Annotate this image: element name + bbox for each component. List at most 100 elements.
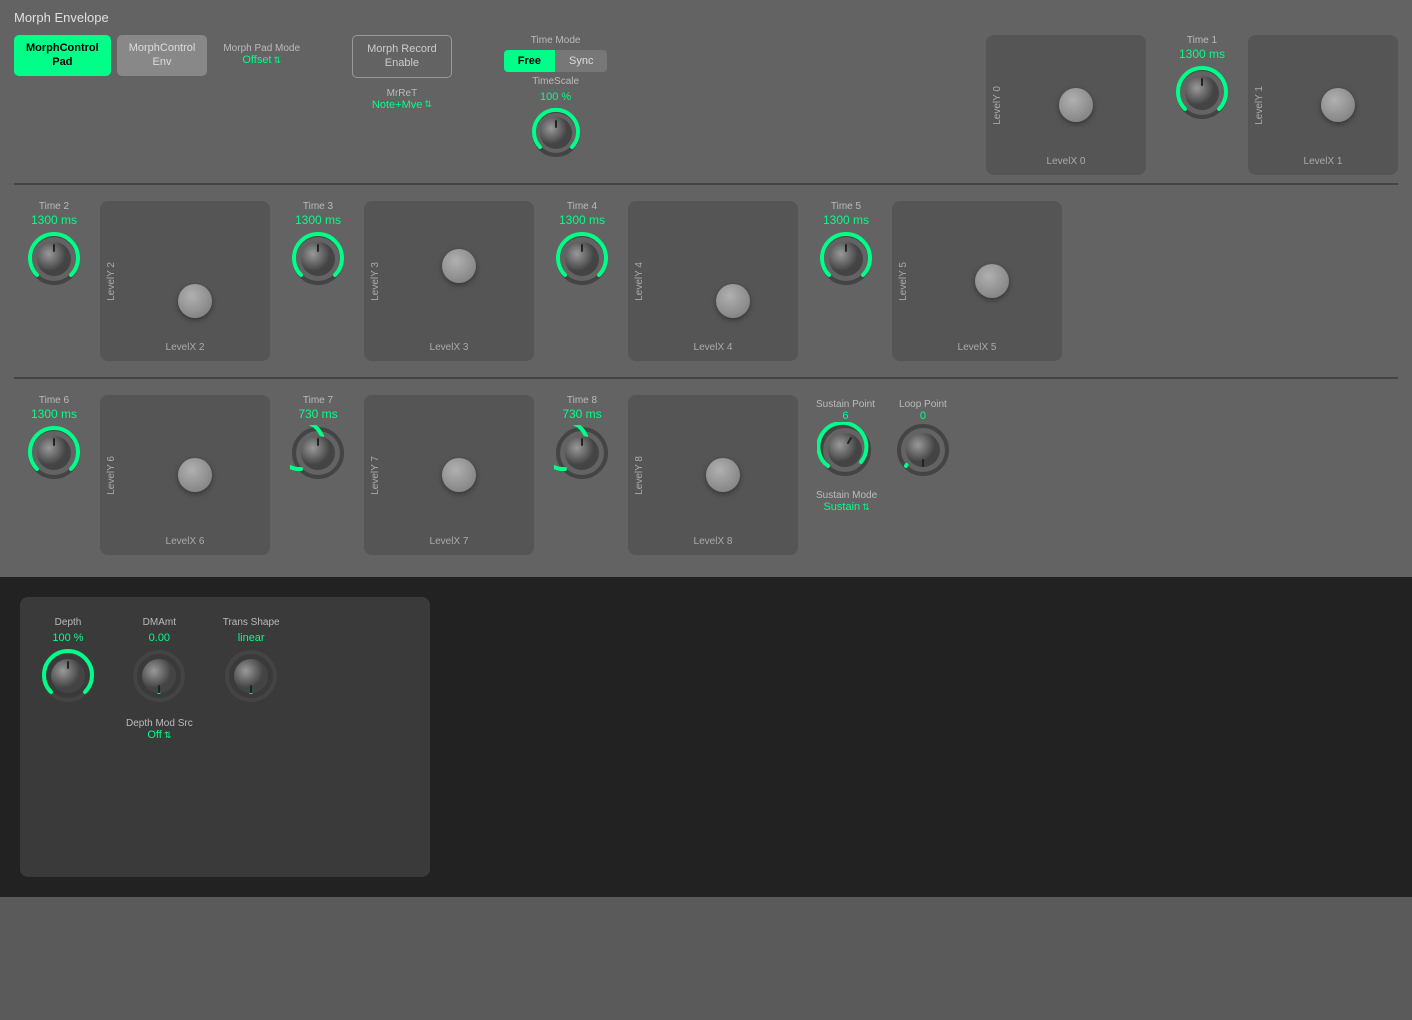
- time7-label: Time 7: [303, 395, 333, 406]
- trans-shape-label: Trans Shape: [223, 617, 280, 628]
- time7-knob[interactable]: [290, 425, 346, 481]
- level7-panel: LevelY 7 LevelX 7: [364, 395, 534, 555]
- levelX0-label: LevelX 0: [986, 156, 1146, 167]
- levelX3-label: LevelX 3: [364, 342, 534, 353]
- seg1-group: Time 1 1300 ms LevelY 1: [1162, 35, 1398, 175]
- levelX8-label: LevelX 8: [628, 536, 798, 547]
- depth-value: 100 %: [52, 632, 83, 644]
- trans-shape-knob[interactable]: [223, 648, 279, 704]
- time3-label: Time 3: [303, 201, 333, 212]
- free-button[interactable]: Free: [504, 50, 555, 72]
- level6-panel: LevelY 6 LevelX 6: [100, 395, 270, 555]
- levelX6-label: LevelX 6: [100, 536, 270, 547]
- seg4-group: Time 4 1300 ms LevelY 4 Leve: [542, 201, 798, 361]
- level0-group: LevelY 0 LevelX 0: [986, 35, 1146, 175]
- morph-control-env-button[interactable]: MorphControl Env: [117, 35, 208, 76]
- level3-panel: LevelY 3 LevelX 3: [364, 201, 534, 361]
- time1-val: 1300 ms: [1179, 47, 1225, 61]
- level8-panel: LevelY 8 LevelX 8: [628, 395, 798, 555]
- time7-val: 730 ms: [298, 407, 337, 421]
- loop-point-value: 0: [920, 410, 926, 422]
- time3-knob[interactable]: [290, 231, 346, 287]
- sustain-mode-group: Sustain Mode Sustain ⇅: [816, 490, 877, 513]
- levelX2-label: LevelX 2: [100, 342, 270, 353]
- time6-group: Time 6 1300 ms: [14, 395, 94, 481]
- depth-knob[interactable]: [40, 648, 96, 704]
- sustain-point-label: Sustain Point: [816, 399, 875, 410]
- level4-ball[interactable]: [716, 284, 750, 318]
- mrret-value[interactable]: Note+Mve ⇅: [372, 99, 432, 111]
- time4-knob[interactable]: [554, 231, 610, 287]
- level5-ball[interactable]: [975, 264, 1009, 298]
- time-mode-buttons: Free Sync: [504, 50, 608, 72]
- levelY7-label: LevelY 7: [370, 456, 381, 495]
- mrret-label: MrReT: [387, 88, 418, 99]
- levelY3-label: LevelY 3: [370, 262, 381, 301]
- sustain-mode-label: Sustain Mode: [816, 490, 877, 501]
- time3-val: 1300 ms: [295, 213, 341, 227]
- bottom-inner: Depth 100 % DMAmt 0.00: [20, 597, 430, 877]
- levelX7-label: LevelX 7: [364, 536, 534, 547]
- level2-ball[interactable]: [178, 284, 212, 318]
- time6-label: Time 6: [39, 395, 69, 406]
- time8-group: Time 8 730 ms: [542, 395, 622, 481]
- levelY8-label: LevelY 8: [634, 456, 645, 495]
- time6-knob[interactable]: [26, 425, 82, 481]
- sustain-loop-group: Sustain Point 6 Loop Point 0: [816, 395, 951, 555]
- dmamt-knob[interactable]: [131, 648, 187, 704]
- main-panel: Morph Envelope MorphControl Pad MorphCon…: [0, 0, 1412, 577]
- level3-ball[interactable]: [442, 249, 476, 283]
- timescale-knob[interactable]: [530, 107, 582, 159]
- depth-label: Depth: [55, 617, 82, 628]
- morph-control-group: MorphControl Pad MorphControl Env: [14, 35, 207, 76]
- seg5-group: Time 5 1300 ms LevelY 5 Leve: [806, 201, 1062, 361]
- level0-ball[interactable]: [1059, 88, 1093, 122]
- level1-ball[interactable]: [1321, 88, 1355, 122]
- levelY4-label: LevelY 4: [634, 262, 645, 301]
- time5-knob[interactable]: [818, 231, 874, 287]
- level7-ball[interactable]: [442, 458, 476, 492]
- time3-group: Time 3 1300 ms: [278, 201, 358, 287]
- loop-point-group: Loop Point 0: [895, 399, 951, 478]
- timescale-value: 100 %: [540, 91, 571, 103]
- time2-label: Time 2: [39, 201, 69, 212]
- levelY6-label: LevelY 6: [106, 456, 117, 495]
- morph-pad-mode-value[interactable]: Offset ⇅: [242, 54, 281, 66]
- trans-shape-value: linear: [238, 632, 265, 644]
- time8-val: 730 ms: [562, 407, 601, 421]
- level6-ball[interactable]: [178, 458, 212, 492]
- time2-knob[interactable]: [26, 231, 82, 287]
- mrret-group: MrReT Note+Mve ⇅: [372, 88, 432, 111]
- time-mode-section: Time Mode Free Sync TimeScale 100 %: [504, 35, 608, 159]
- sustain-point-knob[interactable]: [817, 422, 873, 478]
- time4-label: Time 4: [567, 201, 597, 212]
- seg8-group: Time 8 730 ms LevelY 8 Level: [542, 395, 798, 555]
- morph-record-enable-button[interactable]: Morph Record Enable: [352, 35, 452, 78]
- sync-button[interactable]: Sync: [555, 50, 607, 72]
- loop-point-knob[interactable]: [895, 422, 951, 478]
- morph-pad-mode-group: Morph Pad Mode Offset ⇅: [223, 43, 300, 66]
- seg6-group: Time 6 1300 ms LevelY 6 Leve: [14, 395, 270, 555]
- morph-record-group: Morph Record Enable MrReT Note+Mve ⇅: [352, 35, 452, 111]
- levelX4-label: LevelX 4: [628, 342, 798, 353]
- levelY1-label: LevelY 1: [1254, 86, 1265, 125]
- level8-ball[interactable]: [706, 458, 740, 492]
- trans-shape-group: Trans Shape linear: [223, 617, 280, 704]
- morph-control-pad-button[interactable]: MorphControl Pad: [14, 35, 111, 76]
- row3: Time 6 1300 ms LevelY 6 Leve: [14, 387, 1398, 563]
- sustain-mode-value[interactable]: Sustain ⇅: [823, 501, 869, 513]
- levelX1-label: LevelX 1: [1248, 156, 1398, 167]
- time1-knob[interactable]: [1174, 65, 1230, 121]
- bottom-controls: Depth 100 % DMAmt 0.00: [40, 617, 410, 741]
- sl-row: Sustain Point 6 Loop Point 0: [816, 399, 951, 478]
- level2-panel: LevelY 2 LevelX 2: [100, 201, 270, 361]
- time4-val: 1300 ms: [559, 213, 605, 227]
- top-row: MorphControl Pad MorphControl Env Morph …: [14, 35, 1398, 175]
- depth-mod-src-value[interactable]: Off ⇅: [147, 729, 171, 741]
- seg3-group: Time 3 1300 ms LevelY 3 Leve: [278, 201, 534, 361]
- time7-group: Time 7 730 ms: [278, 395, 358, 481]
- depth-mod-src-label: Depth Mod Src: [126, 718, 193, 729]
- dmamt-group: DMAmt 0.00 Depth Mod Src Off ⇅: [126, 617, 193, 741]
- loop-point-label: Loop Point: [899, 399, 947, 410]
- time8-knob[interactable]: [554, 425, 610, 481]
